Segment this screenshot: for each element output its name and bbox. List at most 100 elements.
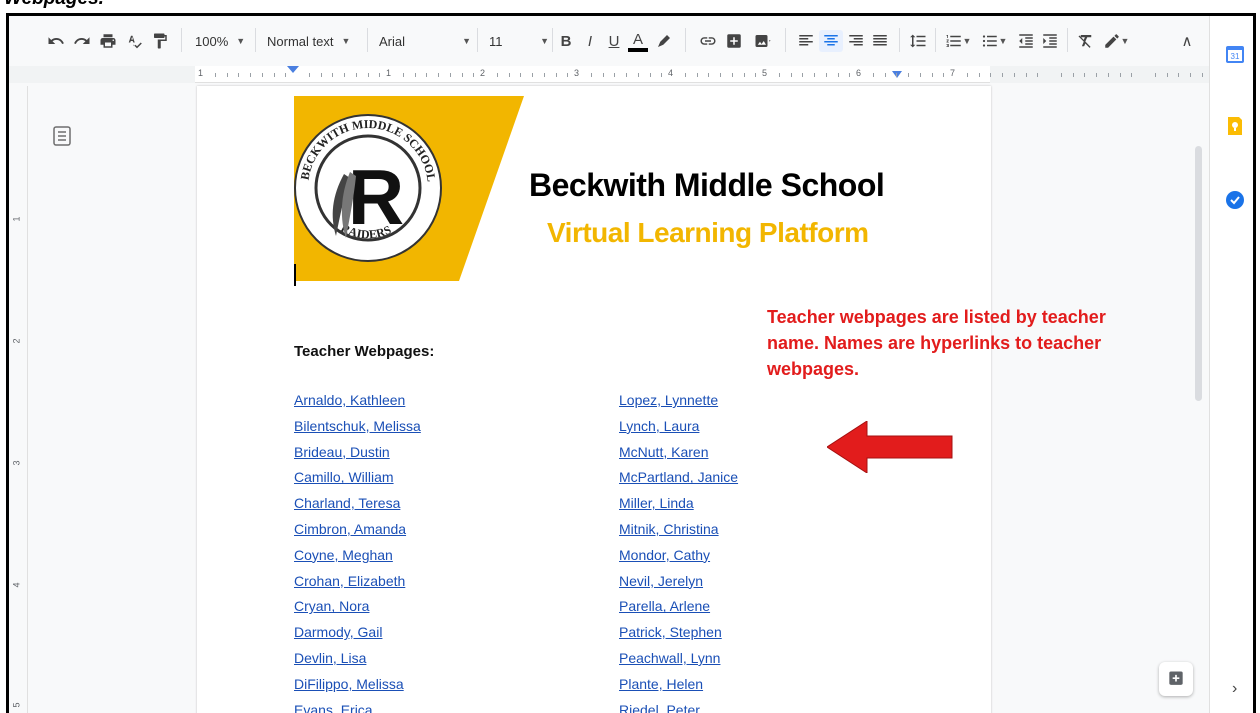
font-select[interactable]: Arial ▼ (379, 30, 471, 52)
italic-button[interactable]: I (580, 30, 600, 52)
ruler-tick (1002, 73, 1003, 77)
teacher-link[interactable]: McPartland, Janice (619, 469, 738, 495)
teacher-link[interactable]: Patrick, Stephen (619, 624, 738, 650)
teacher-link[interactable]: Camillo, William (294, 469, 421, 495)
teacher-link[interactable]: Riedel, Peter (619, 702, 738, 713)
ruler-number: 2 (11, 338, 22, 344)
ruler-tick (837, 73, 839, 77)
ruler-tick (555, 73, 557, 77)
highlight-icon[interactable] (653, 30, 675, 52)
text-color-button[interactable]: A (628, 30, 648, 52)
bold-button[interactable]: B (556, 30, 576, 52)
ruler-number: 1 (386, 68, 392, 78)
page-caption: Webpages. (4, 0, 104, 10)
ruler-tick (684, 73, 686, 77)
teacher-link[interactable]: Mondor, Cathy (619, 547, 738, 573)
keep-icon[interactable] (1225, 116, 1245, 136)
vertical-ruler: 1 2 3 4 5 (9, 86, 28, 713)
ruler-tick (250, 73, 251, 77)
platform-title: Virtual Learning Platform (547, 217, 869, 248)
ruler-tick (990, 73, 992, 77)
ruler-tick (637, 73, 639, 77)
calendar-icon[interactable]: 31 (1225, 44, 1245, 64)
teacher-link[interactable]: Devlin, Lisa (294, 650, 421, 676)
teacher-link[interactable]: Parella, Arlene (619, 598, 738, 624)
teacher-link[interactable]: Bilentschuk, Melissa (294, 418, 421, 444)
teacher-link[interactable]: Charland, Teresa (294, 495, 421, 521)
toolbar-divider (785, 28, 786, 52)
ruler-tick (884, 73, 886, 77)
ruler-tick (919, 73, 921, 77)
teacher-link[interactable]: Crohan, Elizabeth (294, 573, 421, 599)
document-outline-icon[interactable] (53, 126, 71, 146)
teacher-link[interactable]: Miller, Linda (619, 495, 738, 521)
clear-formatting-icon[interactable] (1075, 30, 1097, 52)
ruler-tick (1037, 73, 1039, 77)
teacher-link[interactable]: Lynch, Laura (619, 418, 738, 444)
ruler-tick (543, 73, 545, 77)
teacher-link[interactable]: Cryan, Nora (294, 598, 421, 624)
chevron-down-icon: ▼ (462, 36, 471, 46)
teacher-link[interactable]: Cimbron, Amanda (294, 521, 421, 547)
teacher-link[interactable]: Lopez, Lynnette (619, 392, 738, 418)
teacher-link[interactable]: Brideau, Dustin (294, 444, 421, 470)
teacher-link[interactable]: Mitnik, Christina (619, 521, 738, 547)
line-spacing-icon[interactable] (907, 30, 929, 52)
document-page[interactable]: BECKWITH MIDDLE SCHOOL RAIDERS R Beckwit… (197, 86, 1106, 713)
text-cursor (294, 264, 296, 286)
school-title: Beckwith Middle School (529, 167, 885, 203)
teacher-link[interactable]: Arnaldo, Kathleen (294, 392, 421, 418)
underline-button[interactable]: U (604, 30, 624, 52)
undo-icon[interactable] (45, 30, 67, 52)
toolbar-divider (935, 28, 936, 52)
teacher-link[interactable]: Peachwall, Lynn (619, 650, 738, 676)
left-arrow-icon (826, 420, 957, 474)
ruler-tick (849, 73, 851, 77)
redo-icon[interactable] (71, 30, 93, 52)
ruler-tick (649, 73, 651, 77)
teacher-link[interactable]: Evans, Erica (294, 702, 421, 713)
teacher-link[interactable]: Plante, Helen (619, 676, 738, 702)
font-size-value: 11 (489, 33, 503, 49)
ruler-tick (285, 73, 287, 77)
insert-image-icon[interactable] (749, 30, 777, 52)
editing-mode-icon[interactable]: ▼ (1099, 30, 1133, 52)
link-icon[interactable] (697, 30, 719, 52)
zoom-select[interactable]: 100% ▼ (195, 30, 245, 52)
tasks-icon[interactable] (1225, 190, 1245, 210)
ruler-number: 3 (11, 460, 22, 466)
ruler-tick (226, 73, 228, 77)
collapse-toolbar-icon[interactable]: ∧ (1177, 30, 1197, 52)
teacher-link[interactable]: McNutt, Karen (619, 444, 738, 470)
style-value: Normal text (267, 33, 334, 49)
increase-indent-icon[interactable] (1039, 30, 1061, 52)
teacher-link[interactable]: DiFilippo, Melissa (294, 676, 421, 702)
ruler-tick (931, 73, 933, 77)
style-select[interactable]: Normal text ▼ (267, 30, 350, 52)
teacher-link[interactable]: Darmody, Gail (294, 624, 421, 650)
bulleted-list-icon[interactable]: ▼ (977, 30, 1011, 52)
align-right-icon[interactable] (845, 30, 867, 52)
left-indent-marker-icon[interactable] (287, 66, 299, 73)
teacher-link[interactable]: Coyne, Meghan (294, 547, 421, 573)
ruler-number: 6 (856, 68, 862, 78)
numbered-list-icon[interactable]: ▼ (941, 30, 975, 52)
vertical-scrollbar[interactable] (1195, 146, 1202, 401)
school-logo: BECKWITH MIDDLE SCHOOL RAIDERS R (294, 96, 524, 281)
decrease-indent-icon[interactable] (1015, 30, 1037, 52)
add-comment-floating-button[interactable] (1159, 662, 1193, 696)
font-size-select[interactable]: 11 ▼ (489, 30, 549, 52)
chevron-right-icon[interactable]: › (1232, 680, 1237, 698)
horizontal-ruler[interactable]: 1 1 2 3 4 5 6 7 (195, 66, 1250, 83)
print-icon[interactable] (97, 30, 119, 52)
align-left-icon[interactable] (795, 30, 817, 52)
spellcheck-icon[interactable] (123, 30, 145, 52)
teacher-link[interactable]: Nevil, Jerelyn (619, 573, 738, 599)
align-center-icon[interactable] (819, 30, 843, 52)
justify-icon[interactable] (869, 30, 891, 52)
ruler-tick (379, 73, 381, 77)
ruler-tick (1013, 73, 1015, 77)
paint-format-icon[interactable] (149, 30, 171, 52)
font-value: Arial (379, 33, 406, 49)
add-comment-icon[interactable] (723, 30, 745, 52)
